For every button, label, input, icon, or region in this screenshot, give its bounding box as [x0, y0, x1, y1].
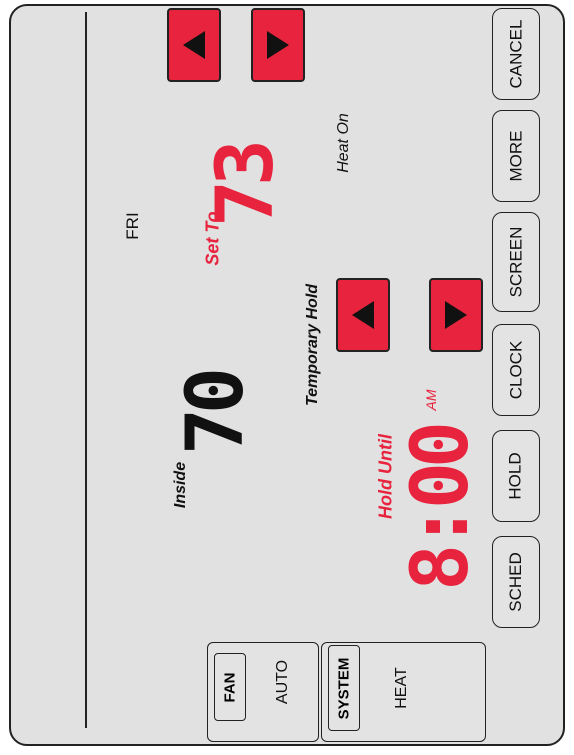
arrow-right-icon: [445, 301, 467, 329]
hold-until-time: 8:00: [396, 427, 486, 591]
fan-label: FAN: [221, 672, 239, 702]
fan-label-box: FAN: [214, 653, 246, 721]
thermostat-screen: FRI Set To 73 Heat On Inside 70 Temporar…: [9, 4, 565, 746]
clock-button-label: CLOCK: [506, 340, 526, 400]
setpoint-display: 73: [201, 145, 291, 227]
day-label: FRI: [123, 212, 142, 240]
divider-line: [85, 12, 87, 728]
temporary-hold-label: Temporary Hold: [304, 283, 321, 407]
system-value: HEAT: [393, 667, 410, 709]
screen-button-label: SCREEN: [506, 226, 526, 298]
sched-button-label: SCHED: [506, 552, 526, 612]
system-label: SYSTEM: [335, 657, 353, 719]
more-button[interactable]: MORE: [492, 110, 540, 202]
arrow-left-icon: [352, 301, 374, 329]
arrow-left-icon: [183, 31, 205, 59]
fan-panel[interactable]: FAN AUTO: [207, 642, 319, 742]
sched-button[interactable]: SCHED: [492, 536, 540, 628]
setpoint-up-button[interactable]: [251, 8, 305, 82]
fan-value: AUTO: [274, 659, 291, 705]
system-label-box: SYSTEM: [328, 645, 360, 731]
setpoint-down-button[interactable]: [167, 8, 221, 82]
screen-button[interactable]: SCREEN: [492, 212, 540, 312]
cancel-button-label: CANCEL: [506, 19, 525, 89]
system-panel[interactable]: SYSTEM HEAT: [321, 642, 486, 742]
hold-until-ampm: AM: [423, 389, 439, 411]
heat-status: Heat On: [335, 113, 352, 173]
hold-time-up-button[interactable]: [429, 278, 483, 352]
more-button-label: MORE: [506, 130, 525, 182]
inside-temp-display: 70: [171, 373, 261, 455]
clock-button[interactable]: CLOCK: [492, 324, 540, 416]
hold-button-label: HOLD: [506, 452, 526, 500]
hold-button[interactable]: HOLD: [492, 430, 540, 522]
arrow-right-icon: [267, 31, 289, 59]
hold-until-label: Hold Until: [375, 434, 396, 519]
hold-time-down-button[interactable]: [336, 278, 390, 352]
cancel-button[interactable]: CANCEL: [492, 8, 540, 100]
